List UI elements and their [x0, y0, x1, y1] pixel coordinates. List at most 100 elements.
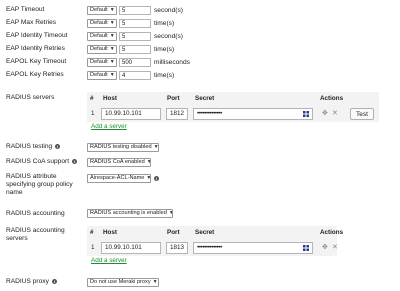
eap-identity-timeout-unit: second(s): [154, 33, 183, 40]
eap-identity-retries-mode-select[interactable]: Default ▼: [87, 45, 117, 54]
eap-max-retries-unit: time(s): [154, 20, 175, 27]
password-manager-icon[interactable]: [303, 111, 309, 117]
radius-secret-input[interactable]: ••••••••••••••: [193, 108, 313, 120]
radius-host-input[interactable]: 10.99.10.101: [101, 108, 161, 120]
radius-testing-select[interactable]: RADIUS testing disabled ▼: [87, 143, 159, 152]
radius-port-input[interactable]: 1812: [166, 108, 188, 120]
col-num: #: [90, 229, 94, 236]
radius-servers-table: # Host Port Secret Actions 1 10.99.10.10…: [87, 92, 379, 122]
chevron-down-icon: ▼: [109, 20, 115, 26]
eap-timeout-label: EAP Timeout: [6, 6, 45, 13]
select-value: Default: [90, 33, 108, 39]
info-icon[interactable]: i: [51, 278, 57, 284]
info-icon[interactable]: i: [72, 158, 78, 164]
label-line: name: [6, 189, 23, 196]
chevron-down-icon: ▼: [109, 7, 115, 13]
select-value: Default: [90, 7, 108, 13]
radius-proxy-text: RADIUS proxy: [6, 278, 49, 285]
col-port: Port: [167, 229, 180, 236]
chevron-down-icon: ▼: [109, 59, 115, 65]
col-host: Host: [103, 229, 117, 236]
add-radius-server-link[interactable]: Add a server: [91, 123, 127, 131]
chevron-down-icon: ▼: [109, 33, 115, 39]
eap-identity-timeout-mode-select[interactable]: Default ▼: [87, 32, 117, 41]
row-index: 1: [91, 110, 95, 117]
label-line: servers: [6, 235, 28, 242]
radius-group-policy-select[interactable]: Airespace-ACL-Name ▼: [87, 174, 151, 183]
radius-accounting-servers-label: RADIUS accounting servers: [6, 227, 65, 243]
eapol-key-retries-label: EAPOL Key Retries: [6, 71, 64, 78]
radius-proxy-select[interactable]: Do not use Meraki proxy ▼: [87, 278, 159, 287]
label-line: specifying group policy: [6, 181, 73, 188]
row-index: 1: [91, 244, 95, 251]
accounting-secret-input[interactable]: ••••••••••••••: [193, 242, 313, 254]
chevron-down-icon: ▼: [153, 144, 159, 150]
radius-testing-label: RADIUS testing i: [6, 143, 61, 151]
eap-identity-retries-label: EAP Identity Retries: [6, 45, 65, 52]
chevron-down-icon: ▼: [169, 210, 172, 217]
eap-max-retries-label: EAP Max Retries: [6, 19, 57, 26]
accounting-port-input[interactable]: 1813: [166, 242, 188, 254]
label-line: RADIUS accounting: [6, 227, 65, 234]
col-actions: Actions: [320, 95, 344, 102]
eapol-key-retries-mode-select[interactable]: Default ▼: [87, 71, 117, 80]
select-value: Default: [90, 59, 108, 65]
col-num: #: [90, 95, 94, 102]
eap-max-retries-mode-select[interactable]: Default ▼: [87, 19, 117, 28]
radius-coa-select[interactable]: RADIUS CoA enabled▼: [87, 158, 151, 167]
move-icon[interactable]: ✥: [322, 110, 328, 118]
radius-accounting-label: RADIUS accounting: [6, 210, 65, 217]
radius-accounting-select[interactable]: RADIUS accounting is enabled▼: [87, 209, 173, 218]
radius-proxy-label: RADIUS proxy i: [6, 278, 57, 286]
col-host: Host: [103, 95, 117, 102]
eapol-key-timeout-unit: milliseconds: [154, 59, 190, 66]
close-icon[interactable]: ✕: [332, 244, 338, 252]
select-value: Default: [90, 46, 108, 52]
info-icon[interactable]: i: [154, 176, 159, 181]
col-secret: Secret: [195, 229, 215, 236]
label-line: RADIUS attribute: [6, 173, 57, 180]
chevron-down-icon: ▼: [147, 159, 150, 166]
radius-accounting-servers-table: # Host Port Secret Actions 1 10.99.10.10…: [87, 226, 343, 256]
password-manager-icon[interactable]: [303, 245, 309, 251]
radius-coa-text: RADIUS CoA support: [6, 158, 70, 165]
eapol-key-retries-input[interactable]: 4: [119, 71, 151, 80]
eap-timeout-mode-select[interactable]: Default ▼: [87, 6, 117, 15]
eap-timeout-unit: second(s): [154, 7, 183, 14]
secret-value: ••••••••••••••: [197, 110, 222, 117]
eapol-key-timeout-label: EAPOL Key Timeout: [6, 58, 67, 65]
radius-testing-text: RADIUS testing: [6, 143, 53, 150]
move-icon[interactable]: ✥: [322, 244, 328, 252]
eapol-key-retries-unit: time(s): [154, 72, 175, 79]
close-icon[interactable]: ✕: [332, 110, 338, 118]
radius-servers-label: RADIUS servers: [6, 94, 55, 101]
eap-identity-timeout-label: EAP Identity Timeout: [6, 32, 68, 39]
col-actions: Actions: [320, 229, 344, 236]
eap-max-retries-input[interactable]: 5: [119, 19, 151, 28]
eap-identity-retries-input[interactable]: 5: [119, 45, 151, 54]
select-value: RADIUS accounting is enabled: [90, 210, 167, 216]
chevron-down-icon: ▼: [152, 279, 158, 285]
select-value: Default: [90, 72, 108, 78]
chevron-down-icon: ▼: [109, 46, 115, 52]
eapol-key-timeout-input[interactable]: 500: [119, 58, 151, 67]
select-value: Do not use Meraki proxy: [90, 279, 151, 285]
chevron-down-icon: ▼: [146, 175, 151, 181]
accounting-host-input[interactable]: 10.99.10.101: [101, 242, 161, 254]
radius-coa-label: RADIUS CoA support i: [6, 158, 78, 166]
radius-group-policy-label: RADIUS attribute specifying group policy…: [6, 173, 73, 197]
col-port: Port: [167, 95, 180, 102]
info-icon[interactable]: i: [55, 143, 61, 149]
chevron-down-icon: ▼: [109, 72, 115, 78]
select-value: RADIUS testing disabled: [90, 144, 152, 150]
secret-value: ••••••••••••••: [197, 244, 222, 251]
col-secret: Secret: [195, 95, 215, 102]
test-button[interactable]: Test: [350, 108, 374, 120]
eap-timeout-input[interactable]: 5: [119, 6, 151, 15]
eap-identity-timeout-input[interactable]: 5: [119, 32, 151, 41]
add-accounting-server-link[interactable]: Add a server: [91, 257, 127, 265]
select-value: Airespace-ACL-Name: [90, 175, 145, 181]
select-value: Default: [90, 20, 108, 26]
eap-identity-retries-unit: time(s): [154, 46, 175, 53]
eapol-key-timeout-mode-select[interactable]: Default ▼: [87, 58, 117, 67]
